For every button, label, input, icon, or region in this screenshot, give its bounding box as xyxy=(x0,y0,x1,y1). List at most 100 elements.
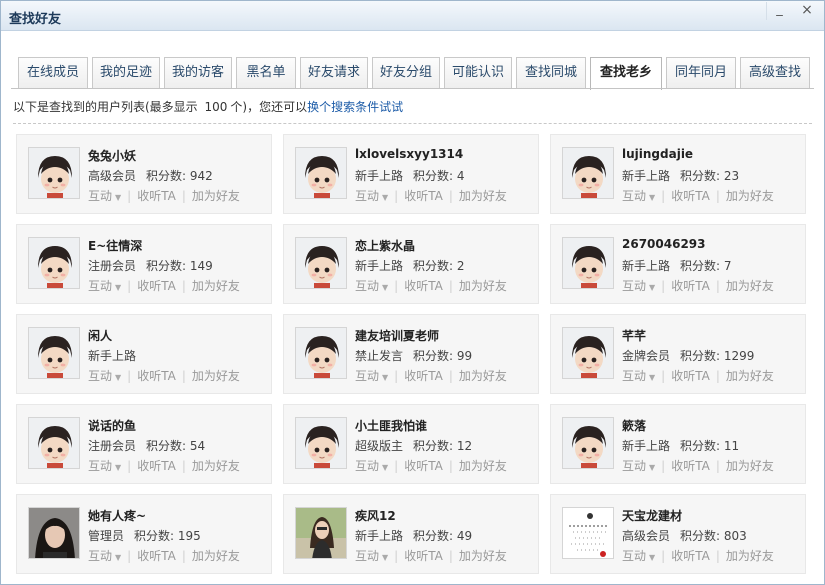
avatar[interactable] xyxy=(562,507,614,559)
listen-button[interactable]: 收听TA xyxy=(404,189,443,203)
listen-button[interactable]: 收听TA xyxy=(671,189,710,203)
avatar[interactable] xyxy=(562,417,614,469)
interact-button[interactable]: 互动 ▼ xyxy=(88,549,121,563)
user-name[interactable]: 芊芊 xyxy=(622,327,646,344)
add-friend-button[interactable]: 加为好友 xyxy=(726,369,774,383)
avatar[interactable] xyxy=(28,507,80,559)
change-search-link[interactable]: 换个搜索条件试试 xyxy=(307,100,403,114)
avatar[interactable] xyxy=(295,327,347,379)
user-name[interactable]: 闲人 xyxy=(88,327,112,344)
user-name[interactable]: 2670046293 xyxy=(622,237,706,251)
listen-button[interactable]: 收听TA xyxy=(137,279,176,293)
separator: | xyxy=(181,189,186,203)
listen-button[interactable]: 收听TA xyxy=(404,459,443,473)
add-friend-button[interactable]: 加为好友 xyxy=(192,279,240,293)
separator: | xyxy=(181,279,186,293)
add-friend-button[interactable]: 加为好友 xyxy=(726,279,774,293)
interact-button[interactable]: 互动 ▼ xyxy=(88,369,121,383)
close-button[interactable]: × xyxy=(794,2,820,20)
user-actions: 互动 ▼ | 收听TA | 加为好友 xyxy=(622,187,774,204)
listen-button[interactable]: 收听TA xyxy=(404,279,443,293)
listen-button[interactable]: 收听TA xyxy=(671,279,710,293)
listen-button[interactable]: 收听TA xyxy=(137,549,176,563)
user-name[interactable]: 建友培训夏老师 xyxy=(355,327,439,344)
user-level: 新手上路 xyxy=(622,169,671,183)
interact-button[interactable]: 互动 ▼ xyxy=(355,189,388,203)
interact-button[interactable]: 互动 ▼ xyxy=(355,279,388,293)
avatar[interactable] xyxy=(295,147,347,199)
interact-button[interactable]: 互动 ▼ xyxy=(88,189,121,203)
user-name[interactable]: lujingdajie xyxy=(622,147,693,161)
tab-1[interactable]: 我的足迹 xyxy=(92,57,160,89)
user-name[interactable]: E~往情深 xyxy=(88,237,142,254)
add-friend-button[interactable]: 加为好友 xyxy=(459,549,507,563)
add-friend-button[interactable]: 加为好友 xyxy=(192,189,240,203)
interact-button[interactable]: 互动 ▼ xyxy=(622,459,655,473)
minimize-button[interactable]: _ xyxy=(766,2,792,20)
tab-6[interactable]: 可能认识 xyxy=(444,57,512,89)
tab-7[interactable]: 查找同城 xyxy=(516,57,586,89)
listen-button[interactable]: 收听TA xyxy=(137,189,176,203)
interact-button[interactable]: 互动 ▼ xyxy=(88,459,121,473)
tab-3[interactable]: 黑名单 xyxy=(236,57,296,89)
tab-0[interactable]: 在线成员 xyxy=(18,57,88,89)
add-friend-button[interactable]: 加为好友 xyxy=(459,459,507,473)
add-friend-button[interactable]: 加为好友 xyxy=(459,279,507,293)
user-name[interactable]: 疾风12 xyxy=(355,507,396,524)
avatar[interactable] xyxy=(562,237,614,289)
avatar[interactable] xyxy=(562,327,614,379)
avatar[interactable] xyxy=(28,147,80,199)
interact-button[interactable]: 互动 ▼ xyxy=(622,369,655,383)
user-score: 积分数: 11 xyxy=(680,439,739,453)
avatar[interactable] xyxy=(295,237,347,289)
score-label: 积分数: xyxy=(680,259,724,273)
tab-9[interactable]: 同年同月 xyxy=(666,57,736,89)
interact-button[interactable]: 互动 ▼ xyxy=(355,369,388,383)
avatar[interactable] xyxy=(295,417,347,469)
interact-button[interactable]: 互动 ▼ xyxy=(355,459,388,473)
add-friend-button[interactable]: 加为好友 xyxy=(459,369,507,383)
interact-button[interactable]: 互动 ▼ xyxy=(622,279,655,293)
interact-button[interactable]: 互动 ▼ xyxy=(622,189,655,203)
listen-button[interactable]: 收听TA xyxy=(137,369,176,383)
add-friend-button[interactable]: 加为好友 xyxy=(192,369,240,383)
avatar[interactable] xyxy=(28,417,80,469)
user-name[interactable]: 天宝龙建材 xyxy=(622,507,682,524)
chevron-down-icon: ▼ xyxy=(115,553,122,562)
tab-2[interactable]: 我的访客 xyxy=(164,57,232,89)
listen-button[interactable]: 收听TA xyxy=(404,549,443,563)
listen-button[interactable]: 收听TA xyxy=(137,459,176,473)
tab-4[interactable]: 好友请求 xyxy=(300,57,368,89)
chevron-down-icon: ▼ xyxy=(382,193,389,202)
user-name[interactable]: 小土匪我怕谁 xyxy=(355,417,427,434)
add-friend-button[interactable]: 加为好友 xyxy=(459,189,507,203)
listen-button[interactable]: 收听TA xyxy=(671,549,710,563)
avatar[interactable] xyxy=(28,237,80,289)
tab-5[interactable]: 好友分组 xyxy=(372,57,440,89)
avatar[interactable] xyxy=(562,147,614,199)
user-name[interactable]: 恋上紫水晶 xyxy=(355,237,415,254)
interact-button[interactable]: 互动 ▼ xyxy=(88,279,121,293)
add-friend-button[interactable]: 加为好友 xyxy=(726,189,774,203)
user-level: 管理员 xyxy=(88,529,125,543)
listen-button[interactable]: 收听TA xyxy=(404,369,443,383)
add-friend-button[interactable]: 加为好友 xyxy=(192,459,240,473)
tab-8[interactable]: 查找老乡 xyxy=(590,57,662,90)
tab-10[interactable]: 高级查找 xyxy=(740,57,810,89)
add-friend-button[interactable]: 加为好友 xyxy=(192,549,240,563)
interact-button[interactable]: 互动 ▼ xyxy=(355,549,388,563)
listen-button[interactable]: 收听TA xyxy=(671,459,710,473)
user-name[interactable]: 簌落 xyxy=(622,417,646,434)
user-name[interactable]: 说话的鱼 xyxy=(88,417,136,434)
avatar[interactable] xyxy=(28,327,80,379)
add-friend-button[interactable]: 加为好友 xyxy=(726,549,774,563)
user-name[interactable]: lxlovelsxyy1314 xyxy=(355,147,463,161)
user-name[interactable]: 兔兔小妖 xyxy=(88,147,136,164)
user-meta: 新手上路 积分数: 4 xyxy=(355,167,465,184)
add-friend-button[interactable]: 加为好友 xyxy=(726,459,774,473)
interact-button[interactable]: 互动 ▼ xyxy=(622,549,655,563)
user-name[interactable]: 她有人疼~ xyxy=(88,507,146,524)
listen-button[interactable]: 收听TA xyxy=(671,369,710,383)
avatar[interactable] xyxy=(295,507,347,559)
info-count: 100 xyxy=(204,100,228,114)
